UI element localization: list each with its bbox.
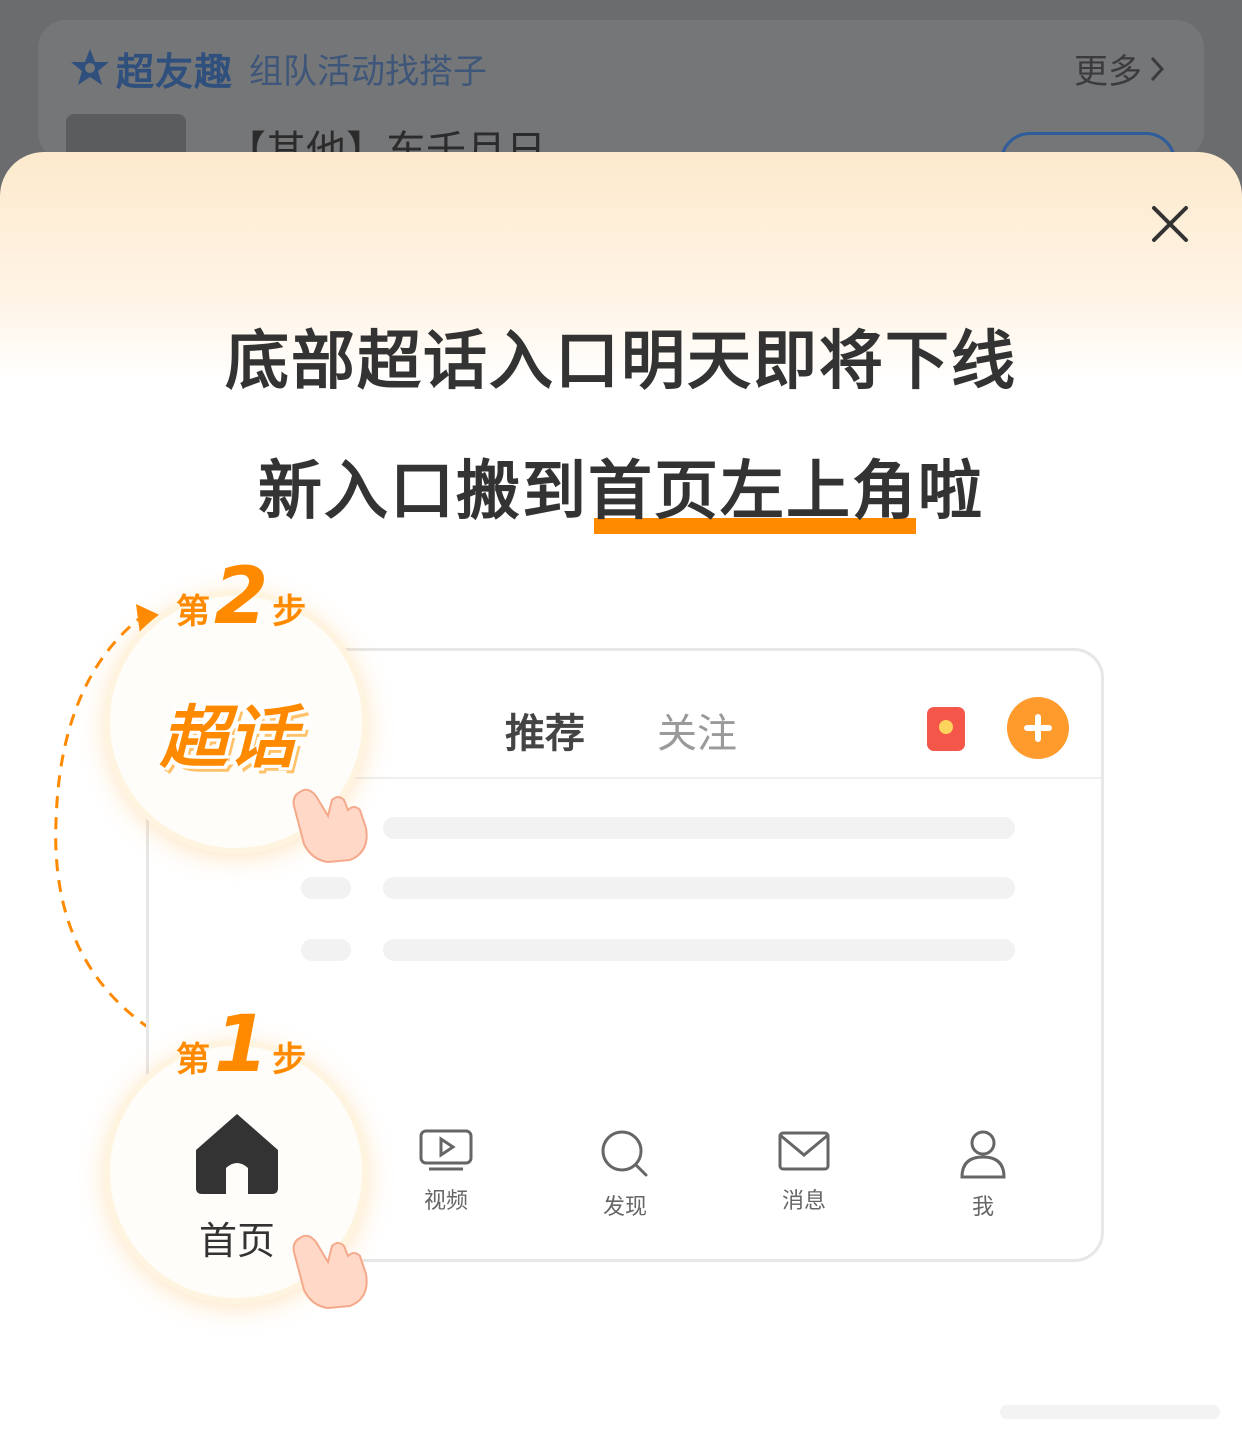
- video-icon: [419, 1129, 473, 1171]
- mail-icon: [778, 1131, 830, 1171]
- nav-me: 我: [938, 1129, 1028, 1221]
- placeholder-line: [301, 939, 351, 961]
- tab-recommend: 推荐: [505, 701, 585, 761]
- hand-pointer-icon: [292, 1234, 368, 1310]
- step1-suffix: 步: [272, 1040, 307, 1080]
- step1-prefix: 第: [176, 1040, 210, 1080]
- tab-follow: 关注: [657, 711, 737, 757]
- nav-discover: 发现: [580, 1129, 670, 1221]
- chevron-right-icon: [1150, 56, 1165, 81]
- red-packet-icon: [927, 707, 965, 751]
- brand-subtitle: 组队活动找搭子: [249, 51, 488, 92]
- hand-pointer-icon: [292, 788, 368, 864]
- star-icon: [71, 49, 109, 85]
- title-line2-highlight: 首页左上角: [588, 440, 918, 534]
- nav-messages: 消息: [759, 1129, 849, 1215]
- title-line2-prefix: 新入口搬到: [258, 455, 588, 529]
- step2-suffix: 步: [272, 592, 307, 632]
- search-icon: [601, 1130, 648, 1177]
- notice-popup: 底部超话入口明天即将下线 新入口搬到首页左上角啦 推荐 关注 视频 发现 消息 …: [0, 152, 1242, 1452]
- brand-name: 超友趣: [116, 49, 234, 94]
- popup-title-line2: 新入口搬到首页左上角啦: [0, 440, 1242, 534]
- nav-discover-label: 发现: [602, 1195, 647, 1220]
- nav-video: 视频: [401, 1129, 491, 1215]
- highlight-text: 首页左上角: [588, 455, 918, 529]
- title-line2-suffix: 啦: [918, 455, 984, 529]
- home-label: 首页: [199, 1219, 276, 1263]
- placeholder-line: [301, 877, 351, 899]
- step2-prefix: 第: [176, 592, 210, 632]
- step2-label: 第2 步: [176, 552, 306, 642]
- step2-number: 2: [214, 552, 269, 642]
- watermark: [1000, 1405, 1220, 1419]
- popup-title-line1: 底部超话入口明天即将下线: [225, 325, 1017, 399]
- chaohua-logo: 超话: [160, 699, 297, 778]
- close-icon[interactable]: [1146, 200, 1194, 248]
- home-icon: [196, 1114, 278, 1194]
- nav-me-label: 我: [971, 1195, 994, 1220]
- plus-icon: [1007, 697, 1069, 759]
- step1-number: 1: [214, 1000, 269, 1090]
- placeholder-line: [383, 939, 1015, 961]
- step1-label: 第1 步: [176, 1000, 306, 1090]
- placeholder-line: [383, 877, 1015, 899]
- nav-video-label: 视频: [423, 1189, 468, 1214]
- more-label: 更多: [1074, 52, 1142, 92]
- placeholder-line: [383, 817, 1015, 839]
- nav-messages-label: 消息: [781, 1189, 826, 1214]
- more-link[interactable]: 更多: [1074, 44, 1166, 93]
- person-icon: [960, 1130, 1006, 1179]
- community-card-header: 超友趣 组队活动找搭子: [68, 42, 487, 94]
